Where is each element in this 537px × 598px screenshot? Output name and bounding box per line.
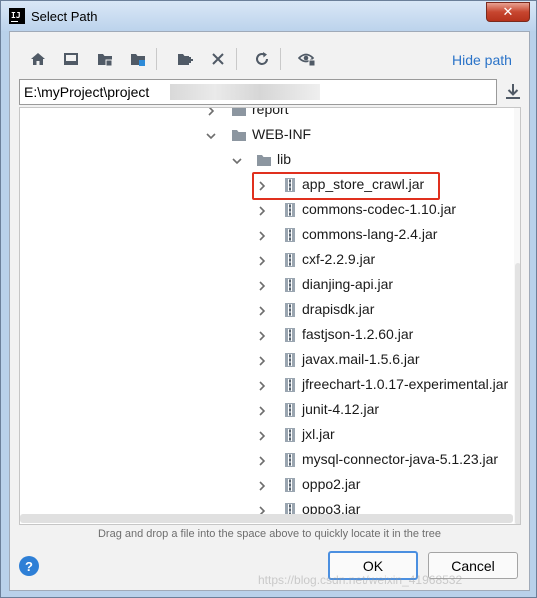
delete-icon[interactable] — [206, 48, 230, 70]
tree-item-label: dianjing-api.jar — [302, 276, 394, 292]
horizontal-scrollbar-thumb[interactable] — [20, 514, 513, 523]
jar-archive-icon — [282, 202, 298, 218]
new-folder-icon[interactable] — [173, 48, 197, 70]
chevron-right-icon[interactable] — [256, 404, 268, 416]
jar-archive-icon — [282, 227, 298, 243]
show-hidden-icon[interactable] — [295, 48, 319, 70]
jar-archive-icon — [282, 427, 298, 443]
chevron-right-icon[interactable] — [256, 379, 268, 391]
close-button[interactable]: ✕ — [486, 2, 530, 22]
jar-archive-icon — [282, 252, 298, 268]
tree-item-jar[interactable]: fastjson-1.2.60.jar — [20, 323, 520, 347]
file-tree[interactable]: report WEB-INF lib app_store_crawl.jar commo… — [19, 107, 521, 525]
dialog-window: IJ Select Path ✕ Hide path E:\myProject\… — [0, 0, 537, 598]
jar-archive-icon — [282, 477, 298, 493]
chevron-right-icon[interactable] — [256, 479, 268, 491]
help-button[interactable]: ? — [19, 556, 39, 576]
tree-item-label: WEB-INF — [252, 126, 312, 142]
tree-item-label: jfreechart-1.0.17-experimental.jar — [302, 376, 509, 392]
toolbar-separator — [280, 48, 281, 70]
path-input-value: E:\myProject\project — [24, 84, 150, 100]
intellij-logo-icon: IJ — [9, 8, 25, 24]
chevron-right-icon[interactable] — [205, 108, 217, 116]
chevron-right-icon[interactable] — [256, 229, 268, 241]
folder-icon — [231, 127, 247, 143]
tree-item-jar[interactable]: junit-4.12.jar — [20, 398, 520, 422]
jar-archive-icon — [282, 377, 298, 393]
chevron-down-icon[interactable] — [231, 154, 243, 166]
tree-item-jar[interactable]: dianjing-api.jar — [20, 273, 520, 297]
jar-archive-icon — [282, 277, 298, 293]
tree-item-label: commons-codec-1.10.jar — [302, 201, 457, 217]
chevron-down-icon[interactable] — [205, 129, 217, 141]
home-icon[interactable] — [26, 48, 50, 70]
tree-item-label: drapisdk.jar — [302, 301, 375, 317]
tree-item-label: javax.mail-1.5.6.jar — [302, 351, 420, 367]
dialog-body: Hide path E:\myProject\project report WEB… — [9, 31, 530, 591]
toolbar: Hide path — [10, 32, 529, 82]
tree-item-jar[interactable]: cxf-2.2.9.jar — [20, 248, 520, 272]
refresh-icon[interactable] — [250, 48, 274, 70]
title-bar[interactable]: IJ Select Path ✕ — [1, 1, 536, 31]
jar-archive-icon — [282, 302, 298, 318]
tree-item-label: mysql-connector-java-5.1.23.jar — [302, 451, 499, 467]
drag-drop-hint: Drag and drop a file into the space abov… — [97, 528, 442, 540]
tree-item-label: oppo2.jar — [302, 476, 361, 492]
download-icon[interactable] — [504, 82, 522, 102]
toolbar-separator — [156, 48, 157, 70]
chevron-right-icon[interactable] — [256, 454, 268, 466]
path-redaction — [170, 84, 320, 100]
jar-archive-icon — [282, 452, 298, 468]
chevron-right-icon[interactable] — [256, 254, 268, 266]
tree-item-label: commons-lang-2.4.jar — [302, 226, 438, 242]
tree-item-folder[interactable]: lib — [20, 148, 520, 172]
tree-item-jar[interactable]: commons-codec-1.10.jar — [20, 198, 520, 222]
path-input[interactable]: E:\myProject\project — [19, 79, 497, 105]
tree-item-jar[interactable]: drapisdk.jar — [20, 298, 520, 322]
chevron-right-icon[interactable] — [256, 279, 268, 291]
vertical-scrollbar-thumb[interactable] — [515, 263, 520, 524]
highlight-annotation — [252, 172, 440, 200]
chevron-right-icon[interactable] — [256, 354, 268, 366]
chevron-right-icon[interactable] — [256, 304, 268, 316]
folder-icon — [231, 108, 247, 118]
chevron-right-icon[interactable] — [256, 204, 268, 216]
tree-item-jar[interactable]: javax.mail-1.5.6.jar — [20, 348, 520, 372]
tree-item-jar[interactable]: jxl.jar — [20, 423, 520, 447]
chevron-right-icon[interactable] — [256, 329, 268, 341]
tree-item-label: jxl.jar — [302, 426, 335, 442]
module-folder-icon[interactable] — [126, 48, 150, 70]
jar-archive-icon — [282, 327, 298, 343]
tree-item-label: junit-4.12.jar — [302, 401, 380, 417]
jar-archive-icon — [282, 352, 298, 368]
tree-item-label: report — [252, 107, 289, 117]
desktop-icon[interactable] — [59, 48, 83, 70]
hide-path-link[interactable]: Hide path — [452, 52, 512, 68]
folder-icon — [256, 152, 272, 168]
tree-item-folder[interactable]: report — [20, 107, 520, 122]
jar-archive-icon — [282, 402, 298, 418]
project-folder-icon[interactable] — [93, 48, 117, 70]
tree-item-jar[interactable]: mysql-connector-java-5.1.23.jar — [20, 448, 520, 472]
tree-item-label: fastjson-1.2.60.jar — [302, 326, 414, 342]
watermark-text: https://blog.csdn.net/weixin_41968532 — [258, 573, 463, 587]
tree-item-folder[interactable]: WEB-INF — [20, 123, 520, 147]
tree-item-jar[interactable]: jfreechart-1.0.17-experimental.jar — [20, 373, 520, 397]
window-title: Select Path — [31, 9, 98, 24]
tree-item-jar[interactable]: commons-lang-2.4.jar — [20, 223, 520, 247]
chevron-right-icon[interactable] — [256, 429, 268, 441]
tree-item-label: cxf-2.2.9.jar — [302, 251, 376, 267]
toolbar-separator — [236, 48, 237, 70]
tree-item-label: lib — [277, 151, 292, 167]
tree-item-jar[interactable]: oppo2.jar — [20, 473, 520, 497]
